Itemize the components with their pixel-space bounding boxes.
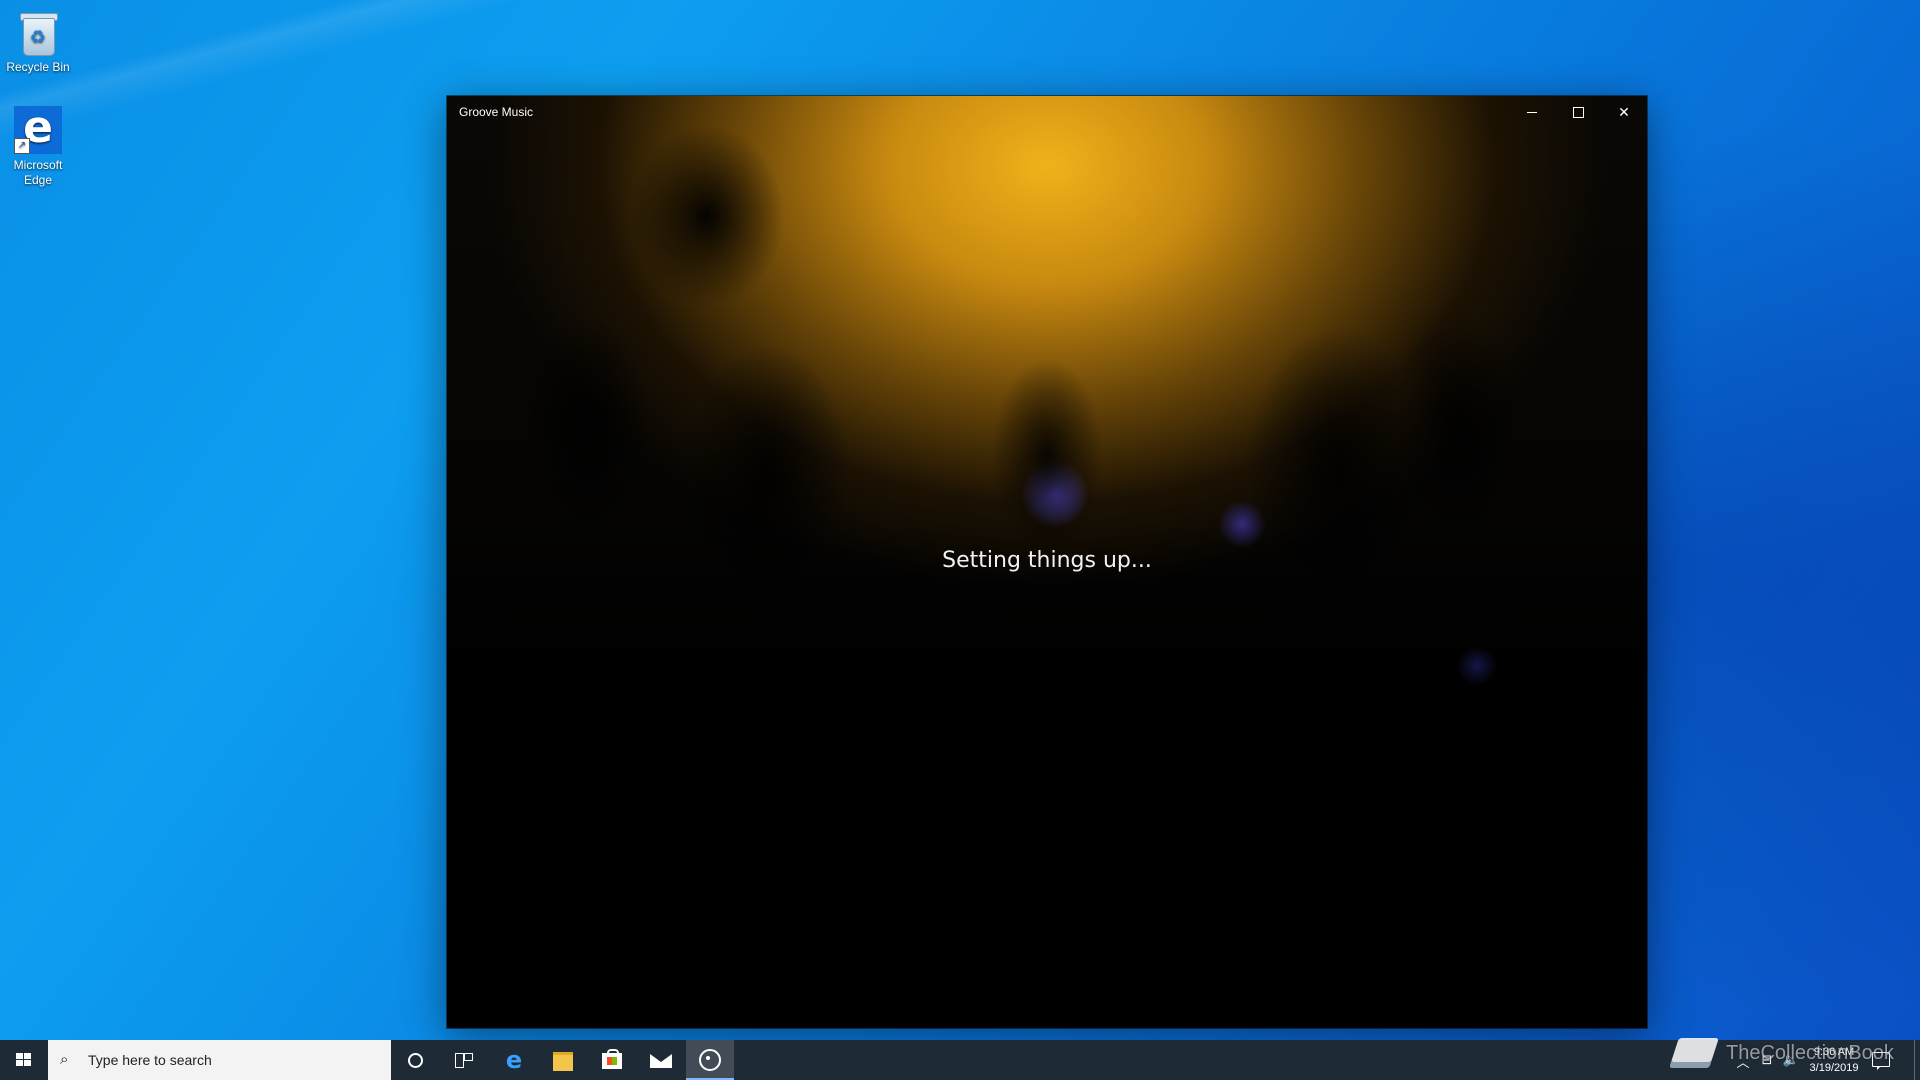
maximize-icon [1573,107,1584,118]
watermark: TheCollectionBook [1668,1028,1894,1078]
taskbar-edge-button[interactable]: e [490,1040,538,1080]
loading-status-text: Setting things up... [942,548,1152,573]
windows-logo-icon [16,1053,32,1067]
task-view-button[interactable] [439,1040,487,1080]
taskbar-store-button[interactable] [588,1040,636,1080]
title-bar[interactable]: Groove Music ✕ [447,96,1647,128]
minimize-button[interactable] [1509,96,1555,128]
search-icon: ⌕ [60,1051,69,1068]
desktop-icon-recycle-bin[interactable]: ♻ Recycle Bin [1,8,75,75]
shortcut-arrow-icon: ↗ [14,138,30,154]
edge-icon: e ↗ [14,104,62,154]
show-desktop-button[interactable] [1914,1040,1915,1080]
desktop-icon-label: Recycle Bin [6,60,70,74]
desktop-icon-microsoft-edge[interactable]: e ↗ Microsoft Edge [1,104,75,188]
taskbar-file-explorer-button[interactable] [539,1040,587,1080]
maximize-button[interactable] [1555,96,1601,128]
file-explorer-icon [553,1052,573,1071]
close-button[interactable]: ✕ [1601,96,1647,128]
minimize-icon [1527,112,1537,113]
groove-music-icon [699,1049,721,1071]
close-icon: ✕ [1618,104,1630,120]
book-logo-icon [1669,1038,1719,1068]
desktop-icon-label: Microsoft Edge [13,158,63,187]
watermark-text: TheCollectionBook [1726,1042,1894,1064]
edge-icon: e [505,1046,523,1074]
cortana-icon [408,1053,423,1068]
recycle-bin-icon: ♻ [14,8,62,56]
taskbar-groove-music-button[interactable] [686,1040,734,1080]
groove-music-window: Groove Music ✕ Setting things up... [447,96,1647,1028]
search-input[interactable]: ⌕ Type here to search [48,1040,391,1080]
taskbar-mail-button[interactable] [637,1040,685,1080]
start-button[interactable] [0,1040,48,1080]
task-view-icon [455,1053,464,1068]
search-placeholder: Type here to search [88,1052,212,1068]
window-title: Groove Music [459,105,534,119]
taskbar: ⌕ Type here to search e ︿ ⊟ 🔈 9:36 AM 3/… [0,1040,1920,1080]
cortana-button[interactable] [391,1040,439,1080]
